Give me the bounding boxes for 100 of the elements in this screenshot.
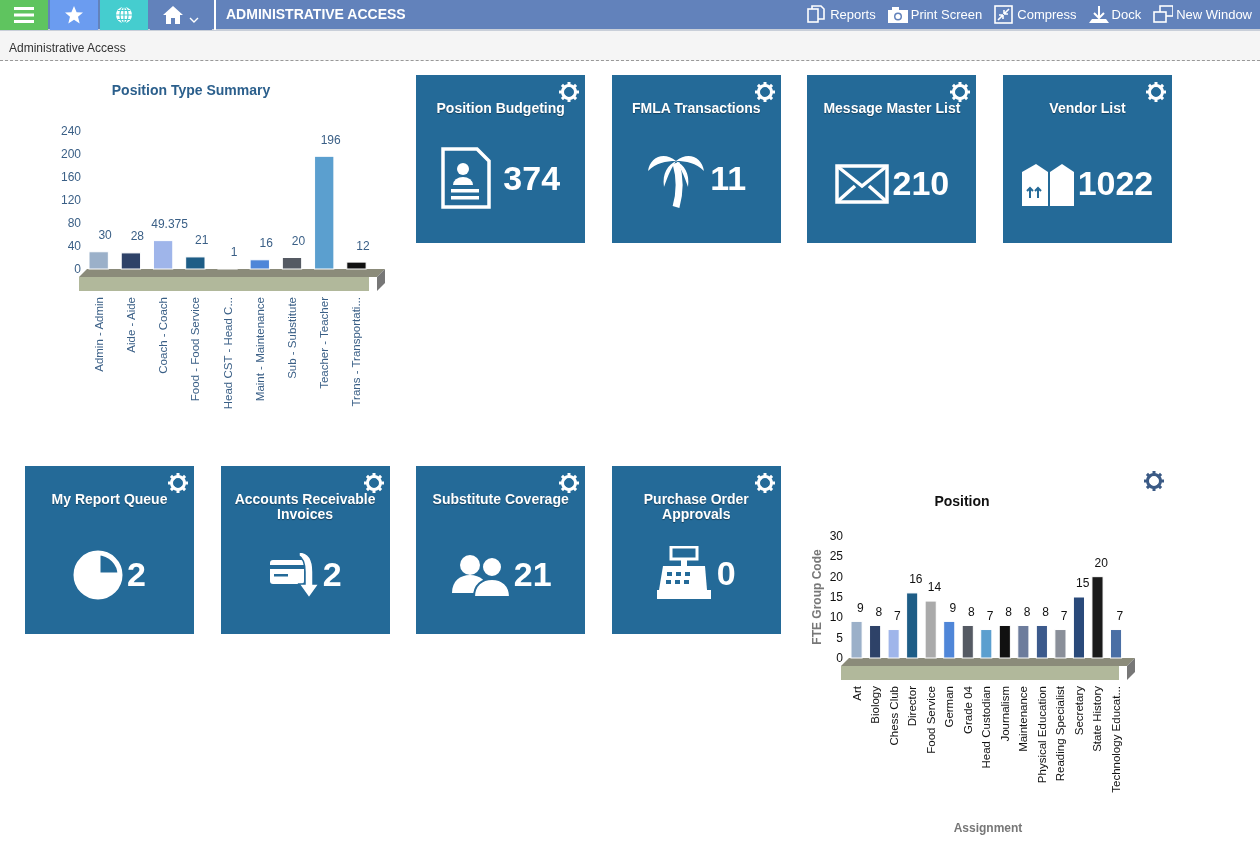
chart-title: Position Type Summary	[111, 82, 271, 98]
axis-label: Maint - Maintenance	[253, 297, 266, 402]
dashboard-tile[interactable]: Accounts Receivable Invoices 2	[220, 466, 390, 634]
envelope-icon	[834, 163, 889, 204]
dashboard-tile[interactable]: FMLA Transactions 11	[611, 75, 781, 243]
axis-label: German	[943, 686, 956, 728]
data-label: 9	[857, 600, 864, 615]
chart-bar	[962, 624, 975, 659]
tile-count: 21	[513, 554, 552, 595]
chart-bar	[88, 251, 109, 270]
data-label: 12	[356, 238, 370, 253]
settings-icon	[754, 81, 775, 102]
axis-label: Coach - Coach	[157, 297, 170, 374]
axis-tick-label: 240	[60, 124, 81, 138]
menu-button[interactable]	[0, 0, 48, 30]
globe-icon	[115, 5, 133, 24]
axis-label: Food Service	[925, 686, 938, 754]
chart-bar	[152, 240, 174, 270]
axis-tick-label: 15	[830, 590, 844, 604]
axis-label: Maintenance	[1017, 686, 1030, 752]
people-icon	[449, 552, 510, 597]
favorites-button[interactable]	[50, 0, 98, 30]
chart-bar	[1036, 624, 1049, 659]
camera-icon	[887, 5, 908, 24]
globe-button[interactable]	[100, 0, 148, 30]
chart-bar	[906, 592, 919, 659]
settings-icon	[559, 81, 580, 102]
axis-label: Art	[850, 686, 863, 701]
dashboard-tile[interactable]: Purchase Order Approvals 0	[611, 466, 781, 634]
toolbar-button[interactable]: New Window	[1149, 4, 1256, 25]
axis-tick-label: 20	[830, 569, 844, 584]
data-label: 7	[894, 608, 902, 623]
page-title: ADMINISTRATIVE ACCESS	[226, 5, 406, 24]
dashboard-tile[interactable]: Message Master List 210	[807, 75, 977, 243]
chart-title: Position	[934, 493, 990, 509]
axis-label: Secretary	[1073, 686, 1086, 736]
chart-bar	[1110, 629, 1123, 659]
axis-tick-label: 10	[830, 610, 844, 625]
data-label: 8	[968, 604, 976, 619]
chart-bar	[887, 629, 901, 659]
settings-icon	[1143, 470, 1164, 491]
chart-bar	[925, 600, 938, 659]
chart-bar	[346, 261, 367, 270]
data-label: 8	[1005, 604, 1013, 619]
axis-label: Physical Education	[1036, 686, 1049, 784]
data-label: 20	[291, 234, 306, 249]
axis-label: State History	[1091, 686, 1104, 752]
data-label: 7	[987, 608, 994, 623]
chart-bar	[185, 256, 206, 270]
toolbar-button[interactable]: Compress	[990, 4, 1081, 25]
axis-label: Director	[906, 686, 919, 727]
tile-count: 2	[322, 554, 342, 595]
axis-tick-label: 5	[836, 630, 844, 645]
axis-label: Head Custodian	[980, 686, 993, 769]
dashboard-tile[interactable]: Position Budgeting 374	[416, 75, 586, 243]
tile-title: Substitute Coverage	[431, 492, 570, 508]
chart-bar	[1073, 596, 1086, 659]
tile-title: FMLA Transactions	[630, 101, 762, 117]
star-icon	[64, 4, 84, 25]
chart-bar	[850, 620, 863, 659]
axis-title: Assignment	[954, 821, 1023, 835]
data-label: 8	[1042, 604, 1050, 619]
data-label: 30	[98, 228, 112, 243]
tile-title: Accounts Receivable Invoices	[233, 492, 377, 523]
settings-icon	[559, 472, 580, 493]
chart-bar	[1054, 629, 1067, 659]
axis-label: Chess Club	[888, 686, 900, 746]
settings-icon	[950, 81, 971, 102]
data-label: 15	[1076, 576, 1090, 591]
settings-icon	[754, 472, 775, 493]
axis-tick-label: 0	[74, 262, 81, 276]
data-label: 8	[875, 604, 883, 619]
axis-label: Head CST - Head C...	[221, 297, 234, 410]
axis-label: Reading Specialist	[1054, 686, 1067, 782]
dashboard-tile[interactable]: Vendor List 1022	[1002, 75, 1172, 243]
chart-bar	[120, 252, 142, 270]
axis-label: Trans - Transportati...	[350, 297, 363, 407]
data-label: 16	[259, 236, 273, 251]
windows-icon	[1153, 5, 1174, 24]
tile-title: Purchase Order Approvals	[642, 492, 750, 523]
tile-count: 2	[127, 554, 146, 595]
dashboard-tile[interactable]: Substitute Coverage 21	[416, 466, 586, 634]
axis-label: Aide - Aide	[124, 297, 137, 353]
download-icon	[1088, 5, 1109, 24]
toolbar-button[interactable]: Dock	[1084, 4, 1146, 25]
toolbar-button[interactable]: Reports	[803, 4, 880, 25]
toolbar-button[interactable]: Print Screen	[883, 4, 987, 25]
chart-bar	[249, 259, 270, 270]
settings-icon	[168, 472, 188, 493]
axis-tick-label: 160	[60, 170, 81, 184]
tile-count: 1022	[1077, 163, 1154, 204]
axis-tick-label: 30	[830, 529, 844, 543]
axis-label: Grade 04	[962, 686, 975, 734]
axis-tick-label: 40	[67, 239, 81, 253]
axis-title: FTE Group Code	[810, 549, 825, 645]
breadcrumb: Administrative Access	[9, 41, 126, 55]
axis-tick-label: 200	[60, 147, 81, 161]
dashboard-tile[interactable]: My Report Queue 2	[25, 466, 194, 634]
compress-icon	[994, 5, 1015, 24]
data-label: 49.375	[151, 217, 188, 232]
